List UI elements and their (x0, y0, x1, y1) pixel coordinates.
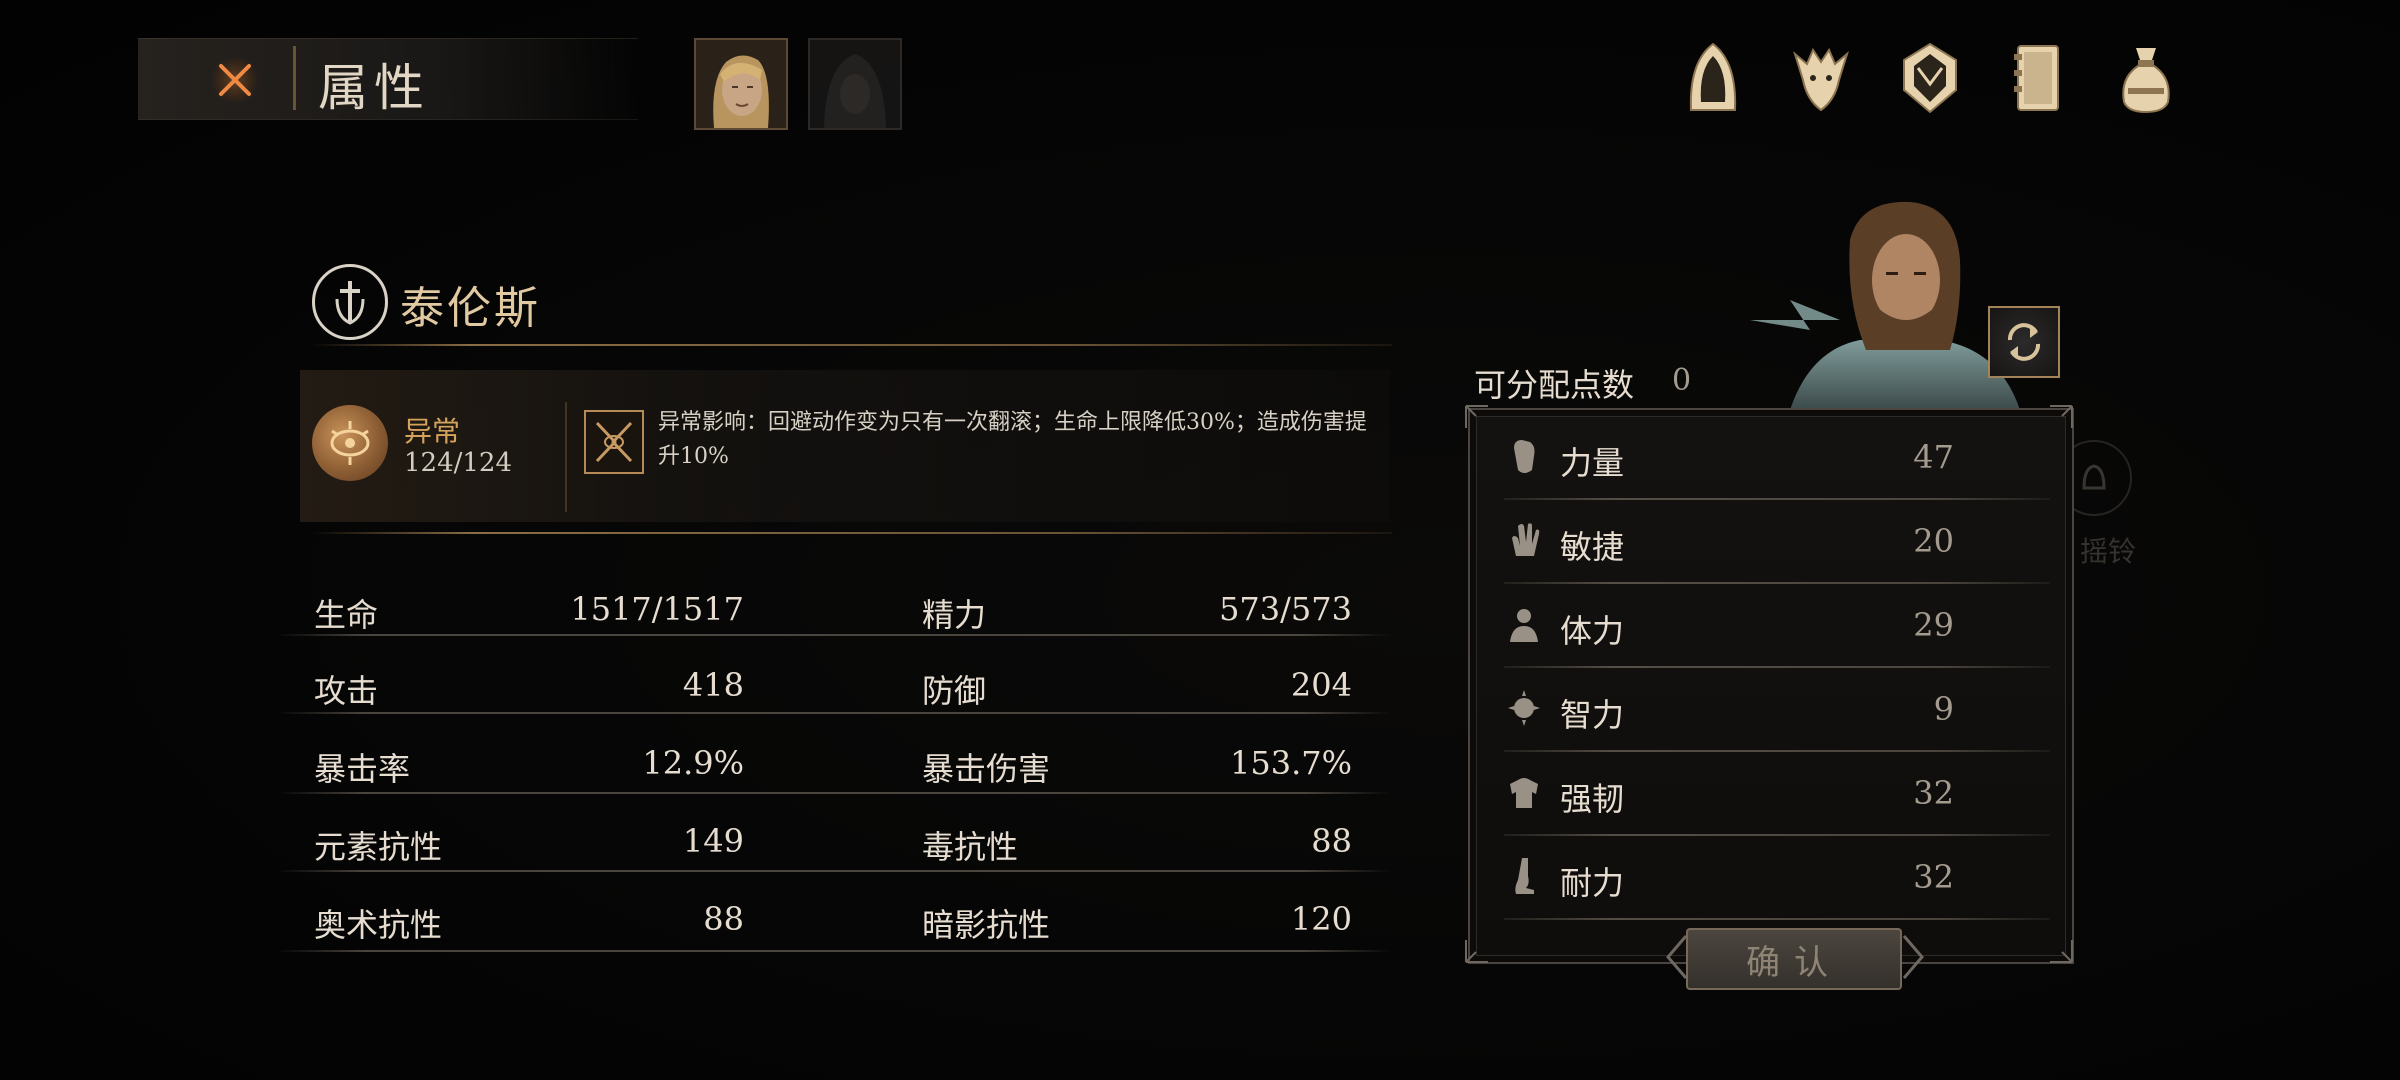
page-title: 属性 (318, 59, 430, 117)
attribute-label: 体力 (1560, 612, 1625, 650)
sword-emblem-icon (335, 281, 365, 325)
journal-icon (2014, 45, 2059, 111)
panel-corner-ornament (2050, 940, 2073, 963)
status-value: 124/124 (404, 448, 513, 478)
attribute-row[interactable]: 体力 29 (1504, 584, 2050, 668)
beast-icon (1793, 47, 1849, 112)
crest-menu-button[interactable] (1895, 38, 1965, 118)
stat-value: 88 (1311, 822, 1352, 860)
bag-icon (2122, 48, 2170, 114)
stat-value: 120 (1290, 900, 1352, 938)
stat-label: 暗影抗性 (922, 906, 1051, 944)
attribute-value: 20 (1913, 522, 1954, 560)
attribute-value: 32 (1913, 774, 1954, 812)
abnormal-status-icon[interactable] (312, 405, 388, 481)
attribute-label: 敏捷 (1560, 528, 1625, 566)
status-divider (565, 402, 567, 512)
character-name: 泰伦斯 (400, 283, 541, 334)
stat-label: 生命 (314, 596, 379, 634)
available-points-label: 可分配点数 (1474, 366, 1635, 404)
attribute-row[interactable]: 力量 47 (1504, 416, 2050, 500)
character-portrait-terrance[interactable] (694, 38, 788, 130)
stat-label: 防御 (922, 672, 987, 710)
leg-icon (1504, 854, 1544, 898)
confirm-right-ornament (1902, 935, 1924, 979)
eye-sigil-icon (330, 421, 370, 465)
character-portrait-locked[interactable] (808, 38, 902, 130)
available-points-value: 0 (1672, 363, 1692, 398)
hero-face-icon (696, 40, 786, 128)
hero-bust-portrait (1750, 201, 2020, 410)
class-emblem (312, 264, 388, 340)
confirm-button[interactable]: 确认 (1686, 928, 1902, 990)
stat-label: 暴击伤害 (922, 750, 1051, 788)
attribute-label: 智力 (1560, 696, 1625, 734)
refresh-icon (2008, 323, 2040, 361)
close-button[interactable] (200, 52, 270, 108)
stat-value: 153.7% (1229, 744, 1352, 782)
bag-menu-button[interactable] (2111, 38, 2181, 118)
attribute-label: 力量 (1560, 444, 1625, 482)
attribute-row[interactable]: 智力 9 (1504, 668, 2050, 752)
status-bottom-divider (310, 532, 1392, 534)
confirm-left-ornament (1666, 935, 1688, 979)
hand-icon (1504, 518, 1544, 562)
panel-corner-ornament (1465, 405, 1488, 428)
attribute-label: 强韧 (1560, 780, 1625, 818)
stat-row-divider (276, 712, 1392, 714)
beast-menu-button[interactable] (1786, 38, 1856, 118)
stat-value: 573/573 (1219, 590, 1352, 628)
armor-icon (1504, 770, 1544, 814)
hood-menu-button[interactable] (1678, 38, 1748, 118)
attribute-row[interactable]: 强韧 32 (1504, 752, 2050, 836)
mind-icon (1504, 686, 1544, 730)
header-divider (293, 46, 296, 110)
stat-value: 204 (1290, 666, 1352, 704)
panel-corner-ornament (1465, 940, 1488, 963)
stat-label: 精力 (922, 596, 987, 634)
stat-label: 毒抗性 (922, 828, 1019, 866)
background-bell-label: 摇铃 (2080, 535, 2137, 568)
all-seeing-eye-icon (595, 421, 633, 463)
stat-row-divider (276, 870, 1392, 872)
hood-icon (1689, 42, 1737, 111)
status-effect-description: 异常影响：回避动作变为只有一次翻滚；生命上限降低30%；造成伤害提升10% (658, 410, 1367, 469)
fist-icon (1504, 434, 1544, 478)
bell-icon (2082, 464, 2106, 490)
attribute-value: 29 (1913, 606, 1954, 644)
attribute-row-divider (1504, 918, 2050, 920)
crest-icon (1903, 42, 1957, 114)
attribute-row[interactable]: 耐力 32 (1504, 836, 2050, 920)
hooded-figure-icon (810, 40, 900, 128)
stat-label: 奥术抗性 (314, 906, 443, 944)
attribute-value: 32 (1913, 858, 1954, 896)
effect-icon-frame (584, 410, 644, 474)
stat-label: 元素抗性 (314, 828, 443, 866)
stat-value: 88 (703, 900, 744, 938)
attribute-value: 47 (1913, 438, 1954, 476)
stat-label: 暴击率 (314, 750, 411, 788)
stat-value: 1517/1517 (570, 590, 744, 628)
close-icon (211, 56, 259, 104)
stat-value: 149 (682, 822, 744, 860)
reset-points-button[interactable] (1988, 306, 2060, 378)
status-name: 异常 (404, 415, 461, 448)
stat-row-divider (276, 634, 1392, 636)
stat-row-divider (276, 950, 1392, 952)
attribute-row[interactable]: 敏捷 20 (1504, 500, 2050, 584)
attribute-value: 9 (1933, 690, 1954, 728)
journal-menu-button[interactable] (2003, 38, 2073, 118)
stat-value: 12.9% (642, 744, 744, 782)
panel-corner-ornament (2050, 405, 2073, 428)
name-divider (310, 344, 1392, 346)
stat-row-divider (276, 792, 1392, 794)
stat-label: 攻击 (314, 672, 379, 710)
stat-value: 418 (682, 666, 744, 704)
body-icon (1504, 602, 1544, 646)
attribute-label: 耐力 (1560, 864, 1625, 902)
